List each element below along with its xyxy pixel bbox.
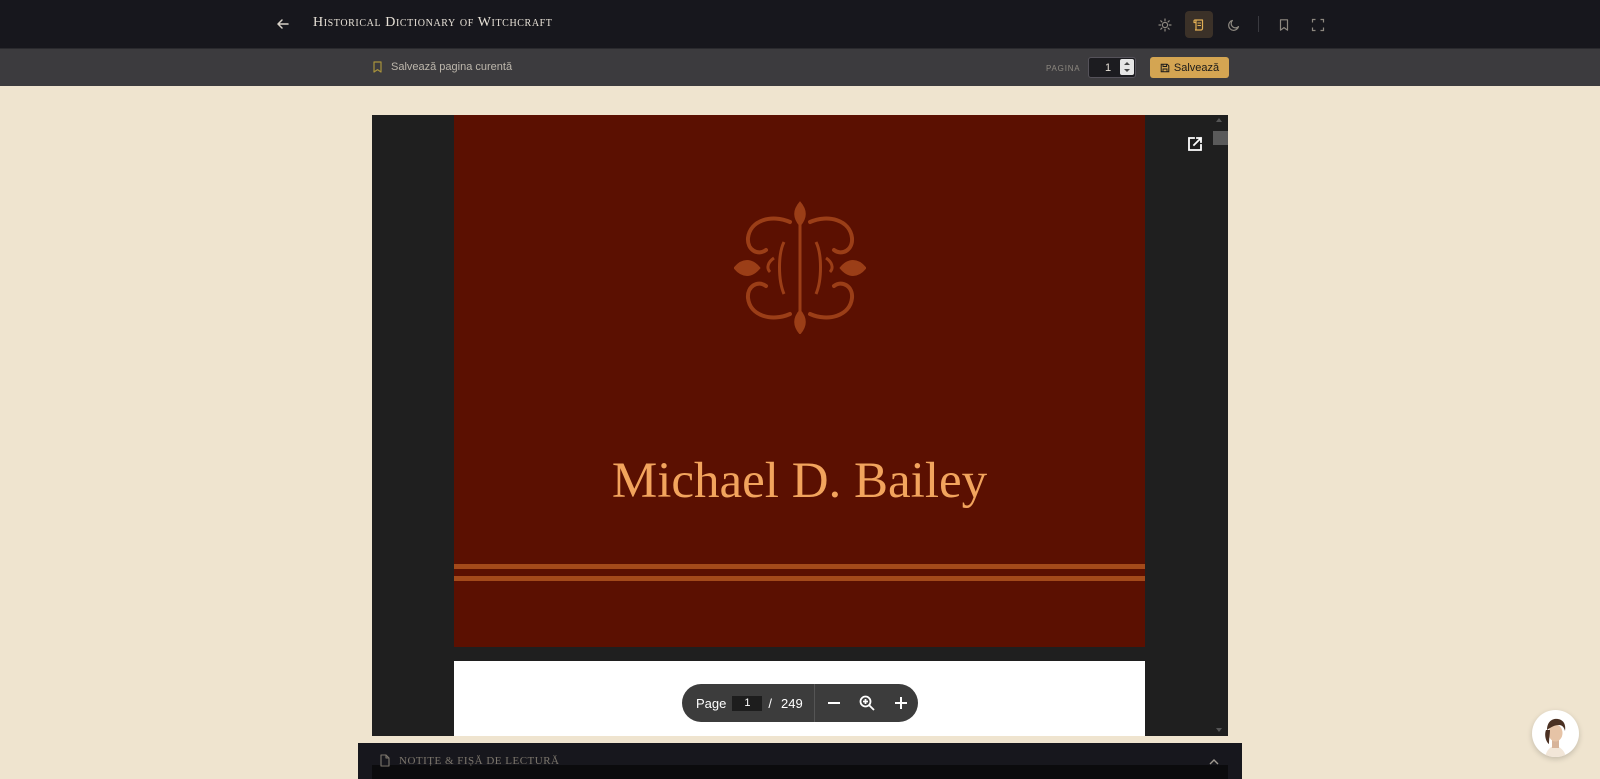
top-bar: Historical Dictionary of Witchcraft	[0, 0, 1600, 48]
bookmark-icon	[1279, 18, 1289, 31]
toolbar-divider	[1258, 16, 1259, 32]
viewer-scrollbar[interactable]	[1212, 115, 1228, 736]
external-link-icon	[1188, 136, 1203, 151]
assistant-avatar-button[interactable]	[1532, 710, 1579, 757]
floppy-disk-icon	[1160, 63, 1170, 72]
page-label: Page	[696, 695, 727, 711]
scrollbar-thumb[interactable]	[1213, 131, 1228, 145]
current-page-input[interactable]	[732, 695, 763, 711]
arrow-left-icon	[277, 19, 289, 29]
pdf-page-toolbar: Page / 249	[682, 684, 918, 722]
zoom-out-button[interactable]	[817, 686, 851, 720]
bookmark-button[interactable]	[1270, 11, 1298, 38]
scroll-down-icon[interactable]	[1216, 728, 1222, 732]
notes-panel-toggle[interactable]: NOTIȚE & FIȘĂ DE LECTURĂ	[379, 754, 560, 767]
save-current-page-link[interactable]: Salvează pagina curentă	[372, 61, 512, 73]
dark-theme-button[interactable]	[1220, 11, 1248, 38]
page-number-label: PAGINA	[1046, 64, 1081, 73]
sun-icon	[1158, 17, 1172, 32]
floral-ornament-icon	[734, 201, 866, 334]
save-button-label: Salvează	[1173, 61, 1220, 74]
zoom-in-button[interactable]	[884, 686, 918, 720]
chevron-up-icon	[1209, 759, 1219, 765]
zoom-fit-button[interactable]	[850, 686, 884, 720]
save-button[interactable]: Salvează	[1150, 57, 1229, 78]
book-cover-page: Michael D. Bailey	[454, 115, 1145, 647]
collapse-notes-button[interactable]	[1208, 754, 1220, 772]
stepper-up-icon[interactable]	[1124, 62, 1130, 65]
zoom-icon	[859, 695, 875, 711]
stepper-down-icon[interactable]	[1124, 69, 1130, 72]
moon-icon	[1228, 19, 1240, 31]
avatar	[1545, 718, 1566, 757]
sepia-theme-button[interactable]	[1185, 11, 1213, 38]
page-save-bar: Salvează pagina curentă PAGINA Salvează	[0, 48, 1600, 86]
cover-rule	[454, 564, 1145, 569]
back-button[interactable]	[271, 12, 295, 36]
scroll-icon	[1193, 18, 1204, 31]
document-icon	[380, 754, 390, 767]
save-current-page-label: Salvează pagina curentă	[391, 61, 513, 73]
cover-author-name: Michael D. Bailey	[611, 453, 988, 509]
bookmark-icon	[373, 61, 382, 73]
toolbar-divider	[813, 684, 815, 722]
notes-panel: NOTIȚE & FIȘĂ DE LECTURĂ	[358, 743, 1242, 779]
light-theme-button[interactable]	[1151, 11, 1179, 38]
open-in-new-tab-button[interactable]	[1184, 133, 1206, 155]
scroll-up-icon[interactable]	[1216, 118, 1222, 122]
plus-icon	[895, 697, 908, 709]
notes-panel-title: NOTIȚE & FIȘĂ DE LECTURĂ	[399, 754, 560, 767]
minus-icon	[827, 702, 840, 704]
total-pages: 249	[781, 695, 803, 711]
cover-rule	[454, 576, 1145, 581]
page-separator: /	[768, 695, 772, 711]
book-title: Historical Dictionary of Witchcraft	[313, 15, 553, 30]
pdf-viewer[interactable]: Michael D. Bailey	[372, 115, 1228, 736]
page-number-stepper[interactable]	[1120, 59, 1134, 75]
fullscreen-button[interactable]	[1304, 11, 1332, 38]
notes-panel-body	[372, 765, 1228, 779]
fullscreen-icon	[1311, 18, 1325, 31]
